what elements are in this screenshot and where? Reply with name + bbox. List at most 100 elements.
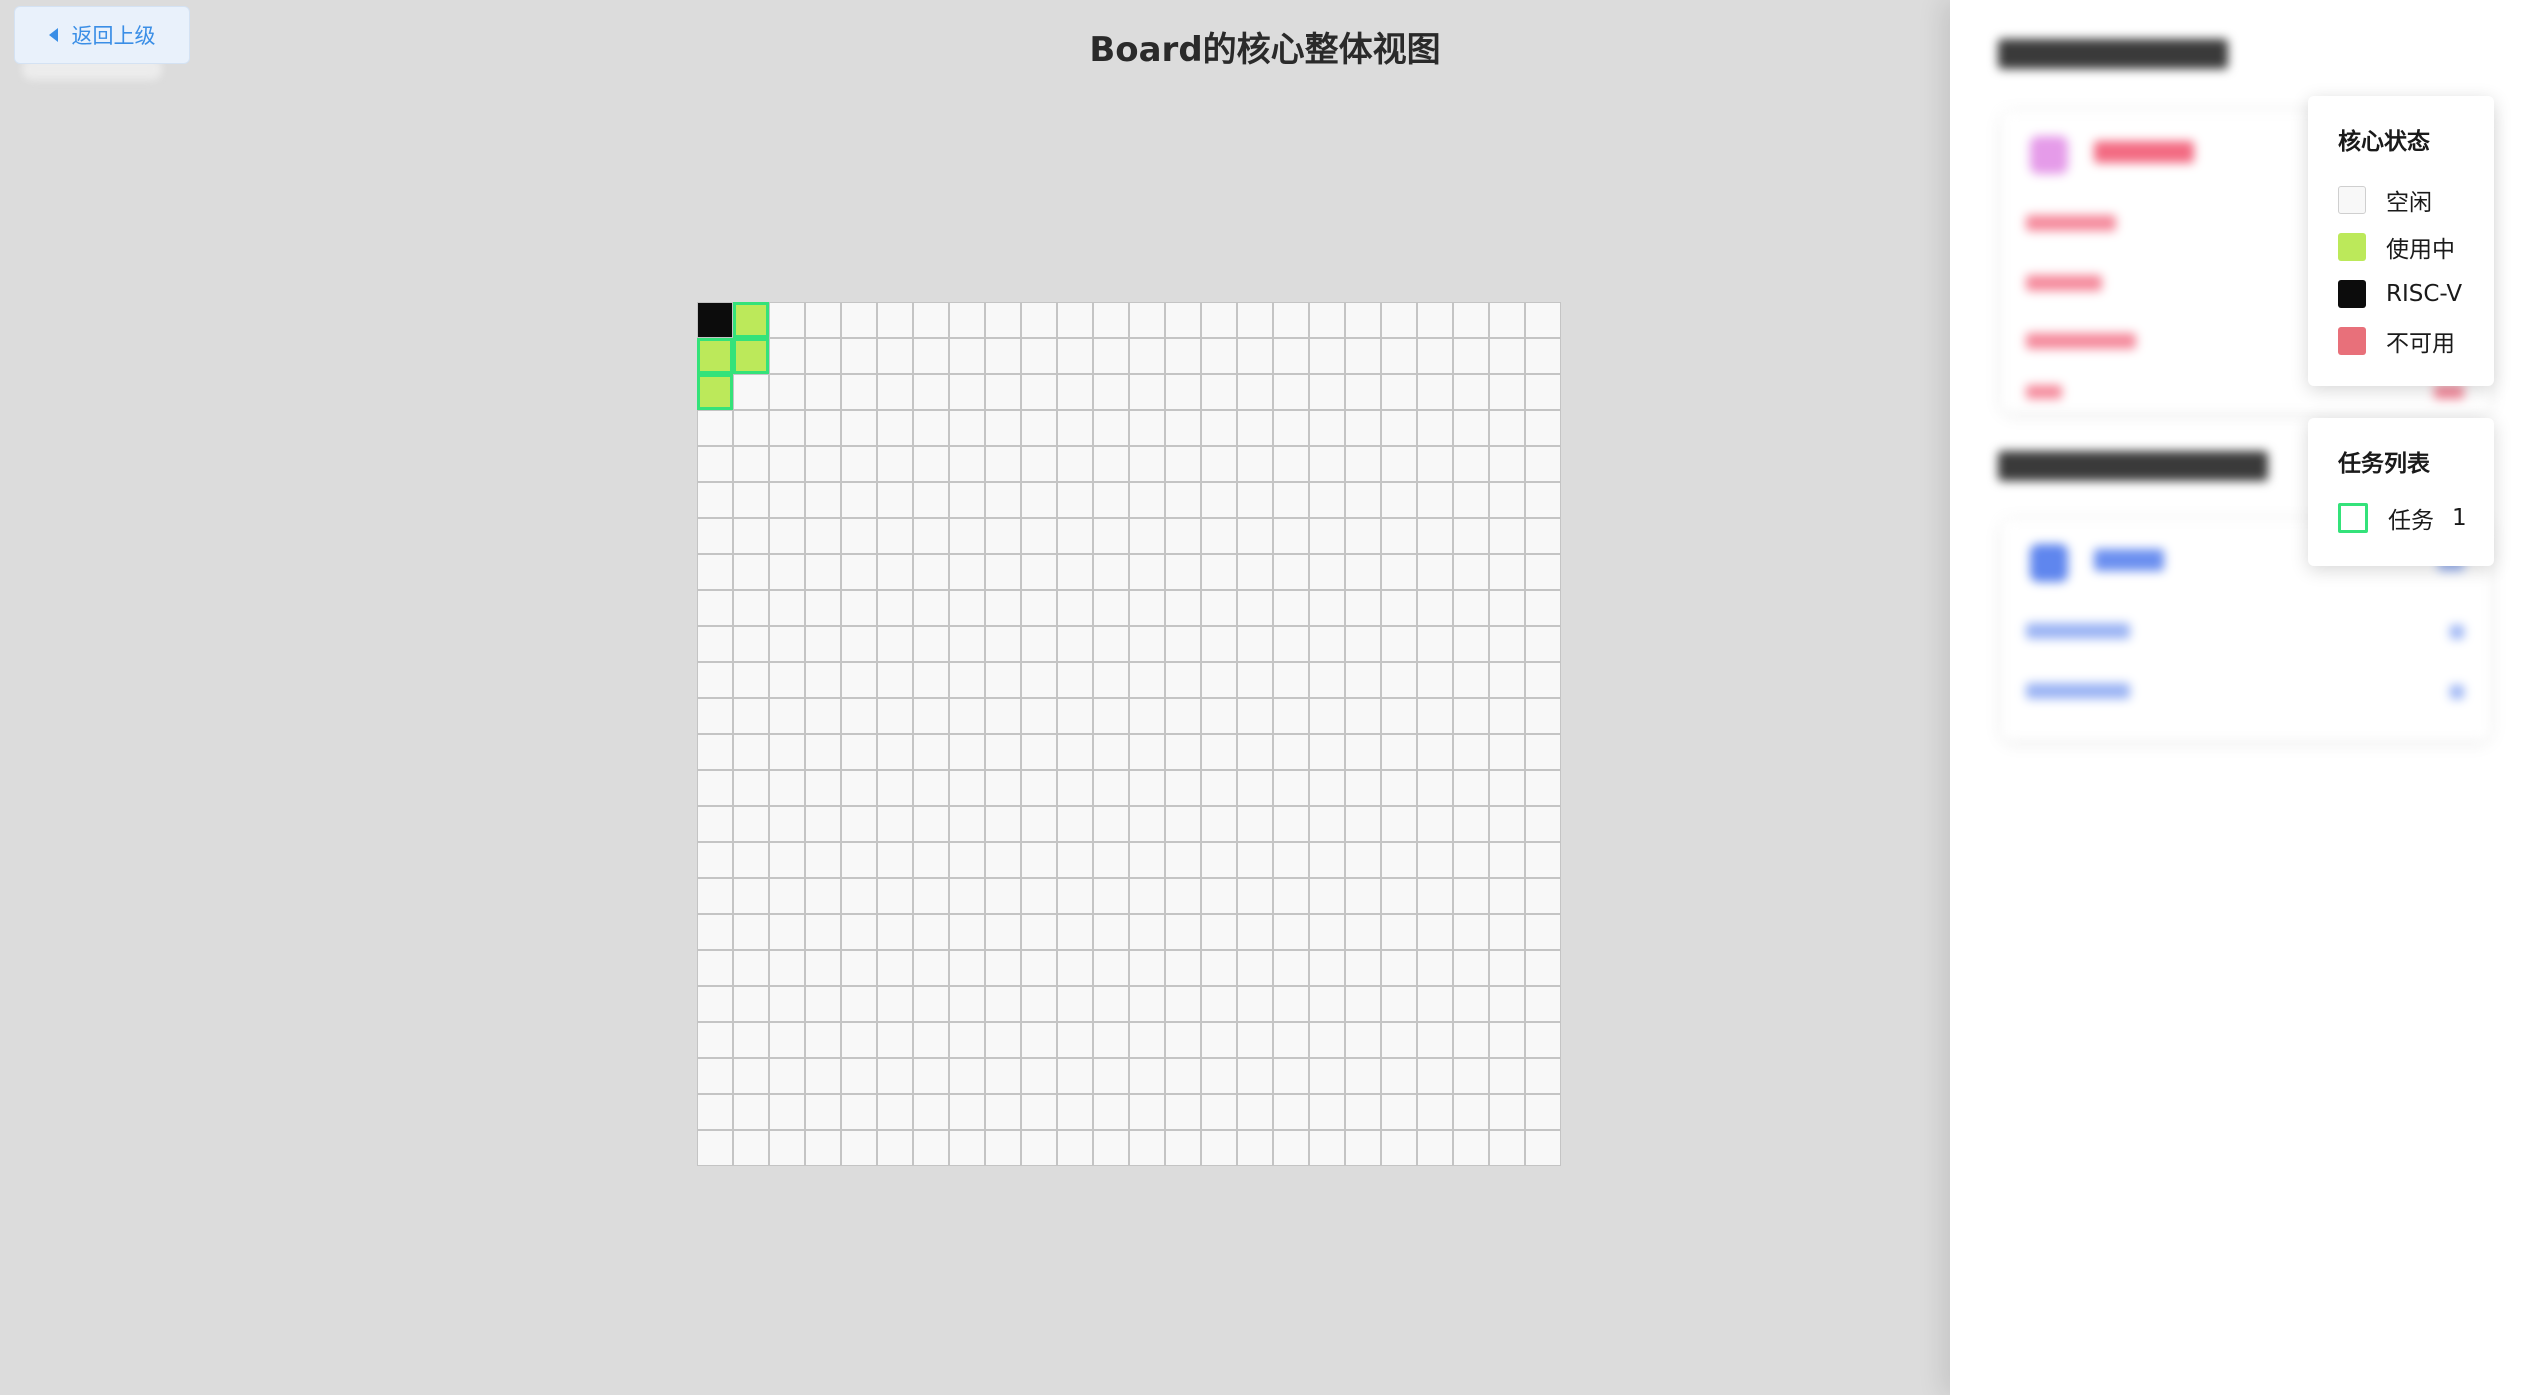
core-cell[interactable] [1237, 482, 1273, 518]
core-cell[interactable] [1345, 626, 1381, 662]
core-cell[interactable] [985, 302, 1021, 338]
core-cell[interactable] [1417, 446, 1453, 482]
core-cell[interactable] [1021, 518, 1057, 554]
core-cell[interactable] [1525, 410, 1561, 446]
core-cell[interactable] [841, 1094, 877, 1130]
core-cell[interactable] [1381, 914, 1417, 950]
core-cell[interactable] [1237, 986, 1273, 1022]
core-cell[interactable] [913, 374, 949, 410]
core-cell[interactable] [697, 806, 733, 842]
core-cell[interactable] [1381, 374, 1417, 410]
core-cell[interactable] [1309, 518, 1345, 554]
core-cell[interactable] [1129, 914, 1165, 950]
core-cell[interactable] [1417, 626, 1453, 662]
core-cell[interactable] [1381, 338, 1417, 374]
core-cell[interactable] [1237, 1130, 1273, 1166]
core-cell[interactable] [1021, 806, 1057, 842]
core-cell[interactable] [877, 410, 913, 446]
core-cell[interactable] [1309, 482, 1345, 518]
core-cell[interactable] [1237, 590, 1273, 626]
core-cell[interactable] [1381, 950, 1417, 986]
core-cell[interactable] [1525, 1094, 1561, 1130]
core-cell[interactable] [1201, 302, 1237, 338]
core-cell[interactable] [769, 554, 805, 590]
core-cell[interactable] [1345, 698, 1381, 734]
core-cell[interactable] [1489, 518, 1525, 554]
core-cell[interactable] [949, 1094, 985, 1130]
core-cell[interactable] [1453, 950, 1489, 986]
core-cell[interactable] [1489, 374, 1525, 410]
core-cell[interactable] [841, 626, 877, 662]
core-cell[interactable] [1093, 1130, 1129, 1166]
core-cell[interactable] [805, 338, 841, 374]
core-cell[interactable] [733, 698, 769, 734]
core-cell[interactable] [949, 482, 985, 518]
core-cell[interactable] [1345, 734, 1381, 770]
core-cell[interactable] [805, 1094, 841, 1130]
core-cell[interactable] [877, 590, 913, 626]
core-cell[interactable] [1381, 518, 1417, 554]
core-cell[interactable] [1489, 662, 1525, 698]
core-cell[interactable] [1021, 734, 1057, 770]
core-cell[interactable] [1273, 590, 1309, 626]
core-cell[interactable] [1525, 770, 1561, 806]
core-cell[interactable] [1201, 554, 1237, 590]
core-cell[interactable] [1237, 734, 1273, 770]
core-cell[interactable] [877, 1058, 913, 1094]
core-cell[interactable] [1453, 842, 1489, 878]
core-cell[interactable] [697, 626, 733, 662]
core-cell[interactable] [1129, 770, 1165, 806]
core-cell[interactable] [769, 302, 805, 338]
core-cell[interactable] [913, 914, 949, 950]
core-cell[interactable] [733, 554, 769, 590]
core-cell[interactable] [769, 842, 805, 878]
core-cell[interactable] [1201, 950, 1237, 986]
core-cell[interactable] [1453, 1058, 1489, 1094]
core-cell[interactable] [1453, 1094, 1489, 1130]
core-cell[interactable] [1201, 410, 1237, 446]
core-cell[interactable] [1273, 806, 1309, 842]
core-cell[interactable] [697, 1022, 733, 1058]
core-cell[interactable] [769, 734, 805, 770]
core-cell[interactable] [1417, 518, 1453, 554]
core-cell[interactable] [733, 1058, 769, 1094]
core-cell[interactable] [1525, 806, 1561, 842]
core-cell[interactable] [733, 734, 769, 770]
core-cell[interactable] [1489, 410, 1525, 446]
core-cell[interactable] [949, 770, 985, 806]
core-cell[interactable] [877, 662, 913, 698]
core-cell[interactable] [1489, 1130, 1525, 1166]
core-cell[interactable] [1309, 1022, 1345, 1058]
core-cell[interactable] [1021, 626, 1057, 662]
core-cell[interactable] [877, 1130, 913, 1166]
core-cell[interactable] [1273, 482, 1309, 518]
core-cell[interactable] [1381, 1094, 1417, 1130]
core-cell[interactable] [1165, 878, 1201, 914]
core-cell[interactable] [733, 986, 769, 1022]
core-cell[interactable] [1525, 518, 1561, 554]
core-cell[interactable] [1093, 770, 1129, 806]
core-cell[interactable] [1021, 770, 1057, 806]
core-cell[interactable] [733, 878, 769, 914]
core-cell[interactable] [1273, 1022, 1309, 1058]
core-cell[interactable] [697, 986, 733, 1022]
core-cell[interactable] [769, 626, 805, 662]
core-cell[interactable] [769, 482, 805, 518]
core-cell[interactable] [841, 1022, 877, 1058]
core-cell[interactable] [841, 374, 877, 410]
core-cell[interactable] [1309, 1094, 1345, 1130]
core-cell[interactable] [1417, 302, 1453, 338]
core-cell[interactable] [1057, 842, 1093, 878]
core-cell[interactable] [1273, 518, 1309, 554]
core-cell[interactable] [733, 374, 769, 410]
core-cell[interactable] [1057, 1130, 1093, 1166]
core-cell[interactable] [1381, 590, 1417, 626]
core-cell[interactable] [1021, 1130, 1057, 1166]
core-cell[interactable] [1201, 626, 1237, 662]
core-cell[interactable] [1489, 734, 1525, 770]
core-cell[interactable] [949, 1130, 985, 1166]
core-cell[interactable] [1417, 338, 1453, 374]
core-cell[interactable] [1309, 338, 1345, 374]
core-cell[interactable] [1273, 950, 1309, 986]
core-cell[interactable] [1489, 554, 1525, 590]
